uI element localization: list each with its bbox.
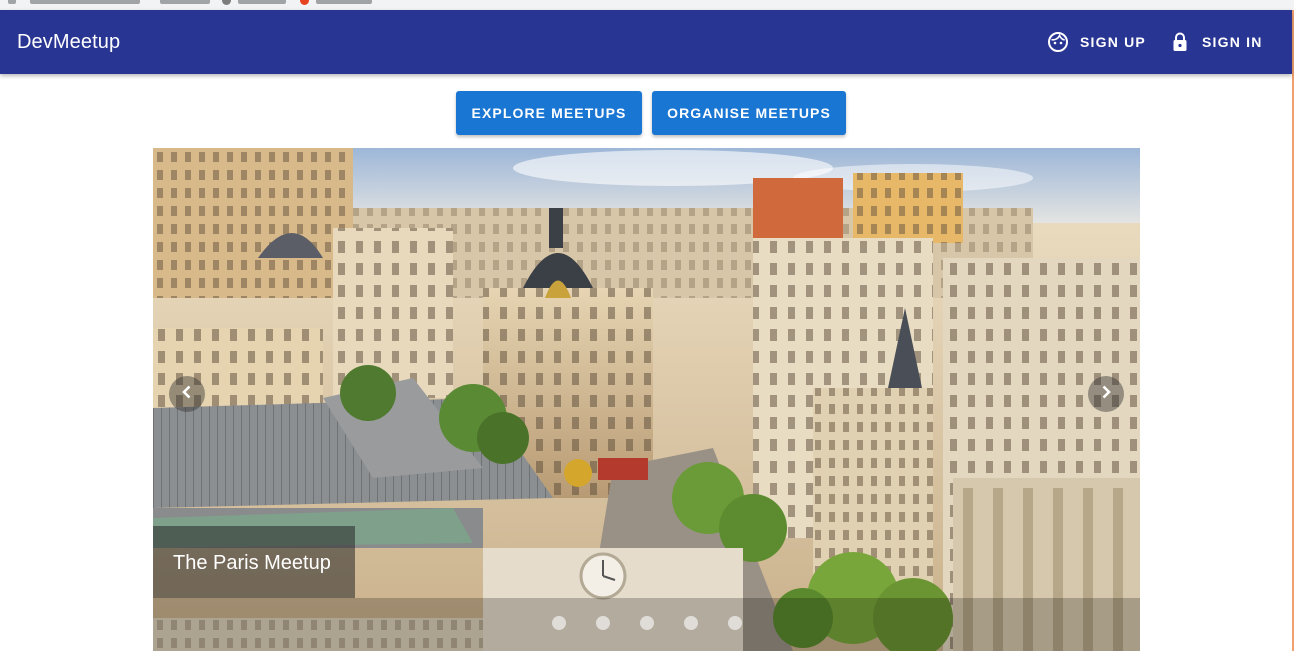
- app-title[interactable]: DevMeetup: [17, 30, 120, 54]
- app-bar: DevMeetup SIGN UP SIGN IN: [0, 10, 1292, 74]
- carousel-prev-button[interactable]: [169, 376, 205, 412]
- sign-in-button[interactable]: SIGN IN: [1168, 26, 1263, 58]
- carousel-dot-1[interactable]: [552, 616, 566, 630]
- meetup-carousel: The Paris Meetup: [153, 148, 1140, 651]
- chevron-left-icon: [177, 382, 197, 407]
- sign-in-label: SIGN IN: [1202, 34, 1263, 50]
- carousel-dot-4[interactable]: [684, 616, 698, 630]
- explore-meetups-button[interactable]: EXPLORE MEETUPS: [456, 91, 642, 135]
- chevron-right-icon: [1096, 382, 1116, 407]
- organise-meetups-button[interactable]: ORGANISE MEETUPS: [652, 91, 846, 135]
- carousel-indicators: [153, 598, 1140, 651]
- hero-actions: EXPLORE MEETUPS ORGANISE MEETUPS: [0, 91, 1294, 135]
- sign-up-button[interactable]: SIGN UP: [1046, 26, 1146, 58]
- carousel-dot-5[interactable]: [728, 616, 742, 630]
- sign-up-label: SIGN UP: [1080, 34, 1146, 50]
- slide-caption[interactable]: The Paris Meetup: [153, 526, 355, 598]
- face-icon: [1046, 30, 1070, 54]
- carousel-next-button[interactable]: [1088, 376, 1124, 412]
- lock-icon: [1168, 30, 1192, 54]
- slide-caption-title: The Paris Meetup: [173, 552, 331, 574]
- carousel-dot-3[interactable]: [640, 616, 654, 630]
- carousel-dot-2[interactable]: [596, 616, 610, 630]
